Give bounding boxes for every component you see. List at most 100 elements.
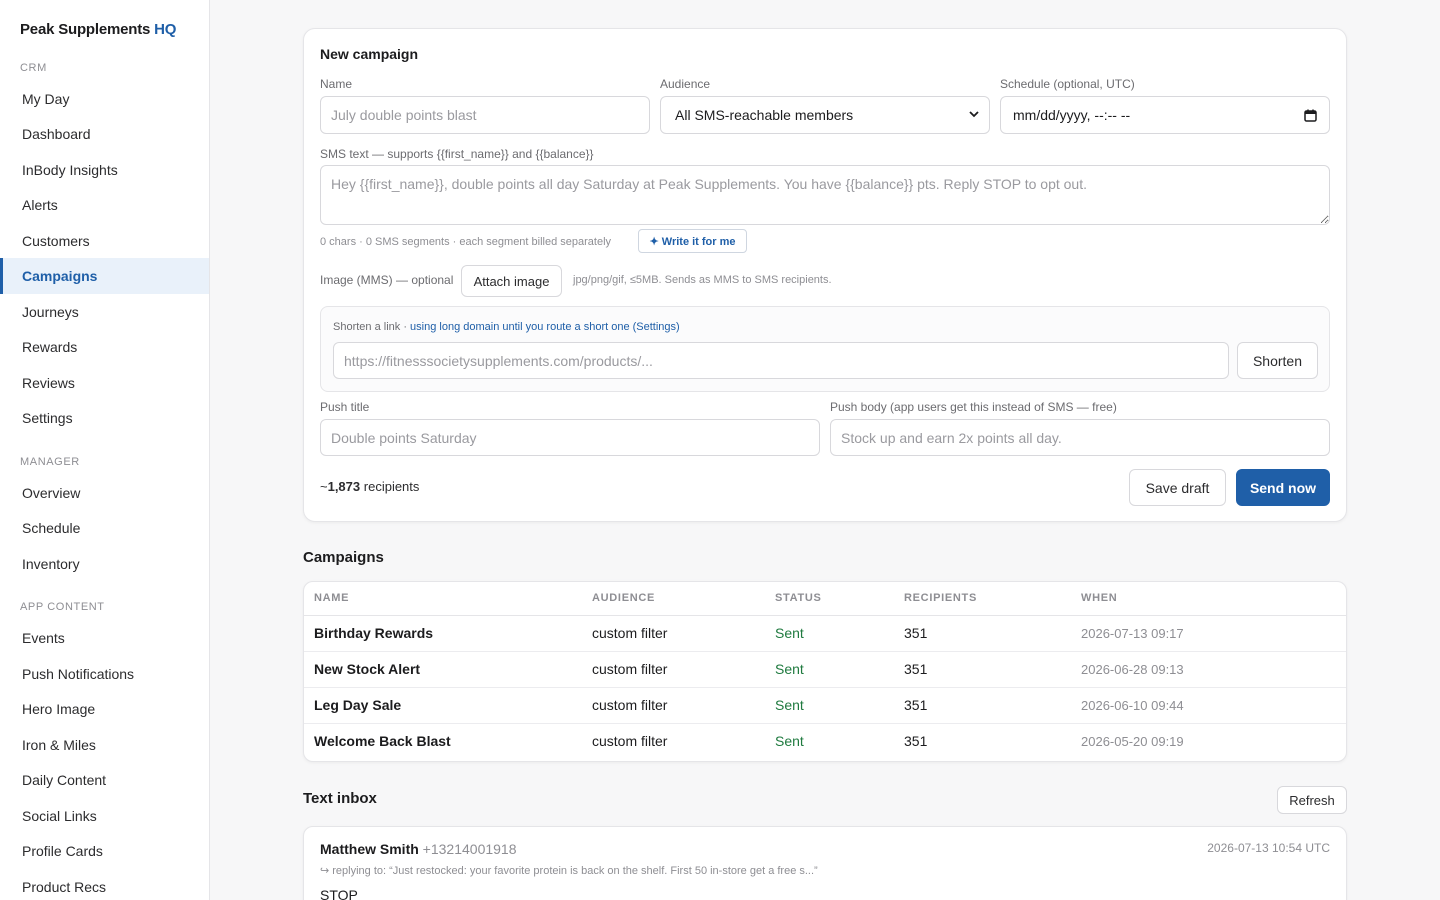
recipients-suffix: recipients: [363, 479, 420, 494]
sidebar-item-my-day[interactable]: My Day: [0, 81, 209, 117]
image-mms-label: Image (MMS) — optional: [320, 273, 454, 287]
table-row[interactable]: Leg Day Sale custom filter Sent 351 2026…: [304, 687, 1346, 724]
sms-text-label: SMS text — supports {{first_name}} and {…: [320, 147, 594, 161]
sidebar-item-inbody-insights[interactable]: InBody Insights: [0, 152, 209, 188]
campaign-name: Leg Day Sale: [304, 687, 582, 724]
write-it-for-me-button[interactable]: ✦ Write it for me: [638, 229, 747, 253]
column-header-when[interactable]: WHEN: [1071, 582, 1346, 616]
campaign-when: 2026-05-20 09:19: [1081, 733, 1184, 749]
nav-section-app-content: APP CONTENT: [20, 601, 105, 613]
message-reply-to: ↪ replying to: “Just restocked: your fav…: [320, 865, 818, 877]
sidebar-item-overview[interactable]: Overview: [0, 475, 209, 511]
message-phone: +13214001918: [422, 841, 517, 857]
column-header-audience[interactable]: AUDIENCE: [582, 582, 765, 616]
campaign-recipients: 351: [894, 651, 1071, 688]
sidebar-item-dashboard[interactable]: Dashboard: [0, 116, 209, 152]
campaign-when: 2026-07-13 09:17: [1071, 615, 1346, 652]
recipients-count: 1,873: [327, 479, 361, 494]
text-inbox-title: Text inbox: [303, 790, 377, 807]
campaign-when: 2026-06-28 09:13: [1071, 651, 1346, 688]
campaign-audience: custom filter: [582, 651, 765, 688]
sidebar-item-alerts[interactable]: Alerts: [0, 187, 209, 223]
campaign-name: Welcome Back Blast: [314, 733, 451, 750]
brand-name: Peak Supplements: [20, 21, 151, 38]
image-hint: jpg/png/gif, ≤5MB. Sends as MMS to SMS r…: [573, 274, 832, 286]
inbox-message-card[interactable]: Matthew Smith +13214001918 2026-07-13 10…: [303, 826, 1347, 900]
push-title-label: Push title: [320, 400, 370, 414]
table-header-row: NAME AUDIENCE STATUS RECIPIENTS WHEN: [304, 582, 1346, 616]
shorten-label-text: Shorten a link ·: [333, 321, 407, 333]
schedule-label: Schedule (optional, UTC): [1000, 77, 1135, 91]
calendar-icon[interactable]: [1304, 109, 1317, 122]
shorten-settings-link[interactable]: using long domain until you route a shor…: [410, 321, 680, 333]
schedule-datetime-input[interactable]: mm/dd/yyyy, --:-- --: [1000, 96, 1330, 134]
sidebar-item-product-recs[interactable]: Product Recs: [0, 869, 209, 900]
sidebar-item-schedule[interactable]: Schedule: [0, 510, 209, 546]
campaign-audience: custom filter: [582, 615, 765, 652]
campaign-recipients: 351: [904, 733, 928, 750]
sms-text-input[interactable]: [320, 165, 1330, 225]
campaigns-title: Campaigns: [303, 549, 384, 566]
campaign-recipients: 351: [894, 687, 1071, 724]
campaign-name: New Stock Alert: [304, 651, 582, 688]
shorten-button[interactable]: Shorten: [1237, 342, 1318, 379]
sidebar-item-daily-content[interactable]: Daily Content: [0, 762, 209, 798]
sidebar-item-campaigns[interactable]: Campaigns: [0, 258, 209, 294]
new-campaign-card: New campaign Name Audience All SMS-reach…: [303, 28, 1347, 522]
sms-counter: 0 chars · 0 SMS segments · each segment …: [320, 236, 612, 248]
save-draft-button[interactable]: Save draft: [1129, 469, 1226, 506]
campaign-audience: custom filter: [592, 733, 668, 750]
recipients-prefix: ~: [320, 479, 328, 494]
sidebar-item-reviews[interactable]: Reviews: [0, 365, 209, 401]
table-row[interactable]: Welcome Back Blast custom filter Sent 35…: [304, 723, 1346, 759]
message-sender: Matthew Smith: [320, 841, 419, 857]
message-header: Matthew Smith +13214001918: [320, 841, 517, 857]
push-body-input[interactable]: [830, 419, 1330, 456]
sidebar-item-social-links[interactable]: Social Links: [0, 798, 209, 834]
sidebar: Peak Supplements HQ CRM My Day Dashboard…: [0, 0, 210, 900]
shorten-link-panel: Shorten a link · using long domain until…: [320, 306, 1330, 392]
campaign-audience: custom filter: [582, 687, 765, 724]
sidebar-item-customers[interactable]: Customers: [0, 223, 209, 259]
column-header-recipients[interactable]: RECIPIENTS: [894, 582, 1071, 616]
column-header-name[interactable]: NAME: [304, 582, 582, 616]
recipients-estimate: ~1,873 recipients: [320, 479, 419, 494]
message-time: 2026-07-13 10:54 UTC: [1207, 841, 1330, 855]
audience-select[interactable]: All SMS-reachable members: [660, 96, 990, 134]
push-title-input[interactable]: [320, 419, 820, 456]
schedule-value: mm/dd/yyyy, --:-- --: [1013, 107, 1131, 123]
campaign-when: 2026-06-10 09:44: [1071, 687, 1346, 724]
sidebar-item-journeys[interactable]: Journeys: [0, 294, 209, 330]
campaign-status: Sent: [775, 733, 804, 750]
sidebar-item-events[interactable]: Events: [0, 620, 209, 656]
send-now-button[interactable]: Send now: [1236, 469, 1330, 506]
campaign-status: Sent: [765, 651, 894, 688]
sidebar-item-inventory[interactable]: Inventory: [0, 546, 209, 582]
campaign-name-input[interactable]: [320, 96, 650, 134]
sidebar-item-push-notifications[interactable]: Push Notifications: [0, 656, 209, 692]
sidebar-item-rewards[interactable]: Rewards: [0, 329, 209, 365]
sidebar-item-settings[interactable]: Settings: [0, 400, 209, 436]
campaigns-table: NAME AUDIENCE STATUS RECIPIENTS WHEN Bir…: [304, 582, 1346, 759]
shorten-url-input[interactable]: [333, 342, 1229, 379]
campaign-recipients: 351: [894, 615, 1071, 652]
brand-logo[interactable]: Peak Supplements HQ: [20, 21, 176, 38]
name-label: Name: [320, 77, 353, 91]
chevron-down-icon: [969, 111, 979, 118]
message-body: STOP: [320, 887, 358, 900]
campaign-status: Sent: [765, 687, 894, 724]
shorten-label: Shorten a link · using long domain until…: [333, 321, 680, 333]
new-campaign-title: New campaign: [320, 46, 419, 62]
table-row[interactable]: Birthday Rewards custom filter Sent 351 …: [304, 615, 1346, 652]
column-header-status[interactable]: STATUS: [765, 582, 894, 616]
table-row[interactable]: New Stock Alert custom filter Sent 351 2…: [304, 651, 1346, 688]
sidebar-item-iron-miles[interactable]: Iron & Miles: [0, 727, 209, 763]
attach-image-button[interactable]: Attach image: [461, 265, 562, 297]
sidebar-item-hero-image[interactable]: Hero Image: [0, 691, 209, 727]
push-body-label: Push body (app users get this instead of…: [830, 400, 1117, 414]
brand-suffix: HQ: [154, 21, 177, 38]
nav-section-manager: MANAGER: [20, 456, 80, 468]
audience-select-value: All SMS-reachable members: [675, 107, 854, 123]
refresh-button[interactable]: Refresh: [1277, 786, 1347, 814]
sidebar-item-profile-cards[interactable]: Profile Cards: [0, 833, 209, 869]
